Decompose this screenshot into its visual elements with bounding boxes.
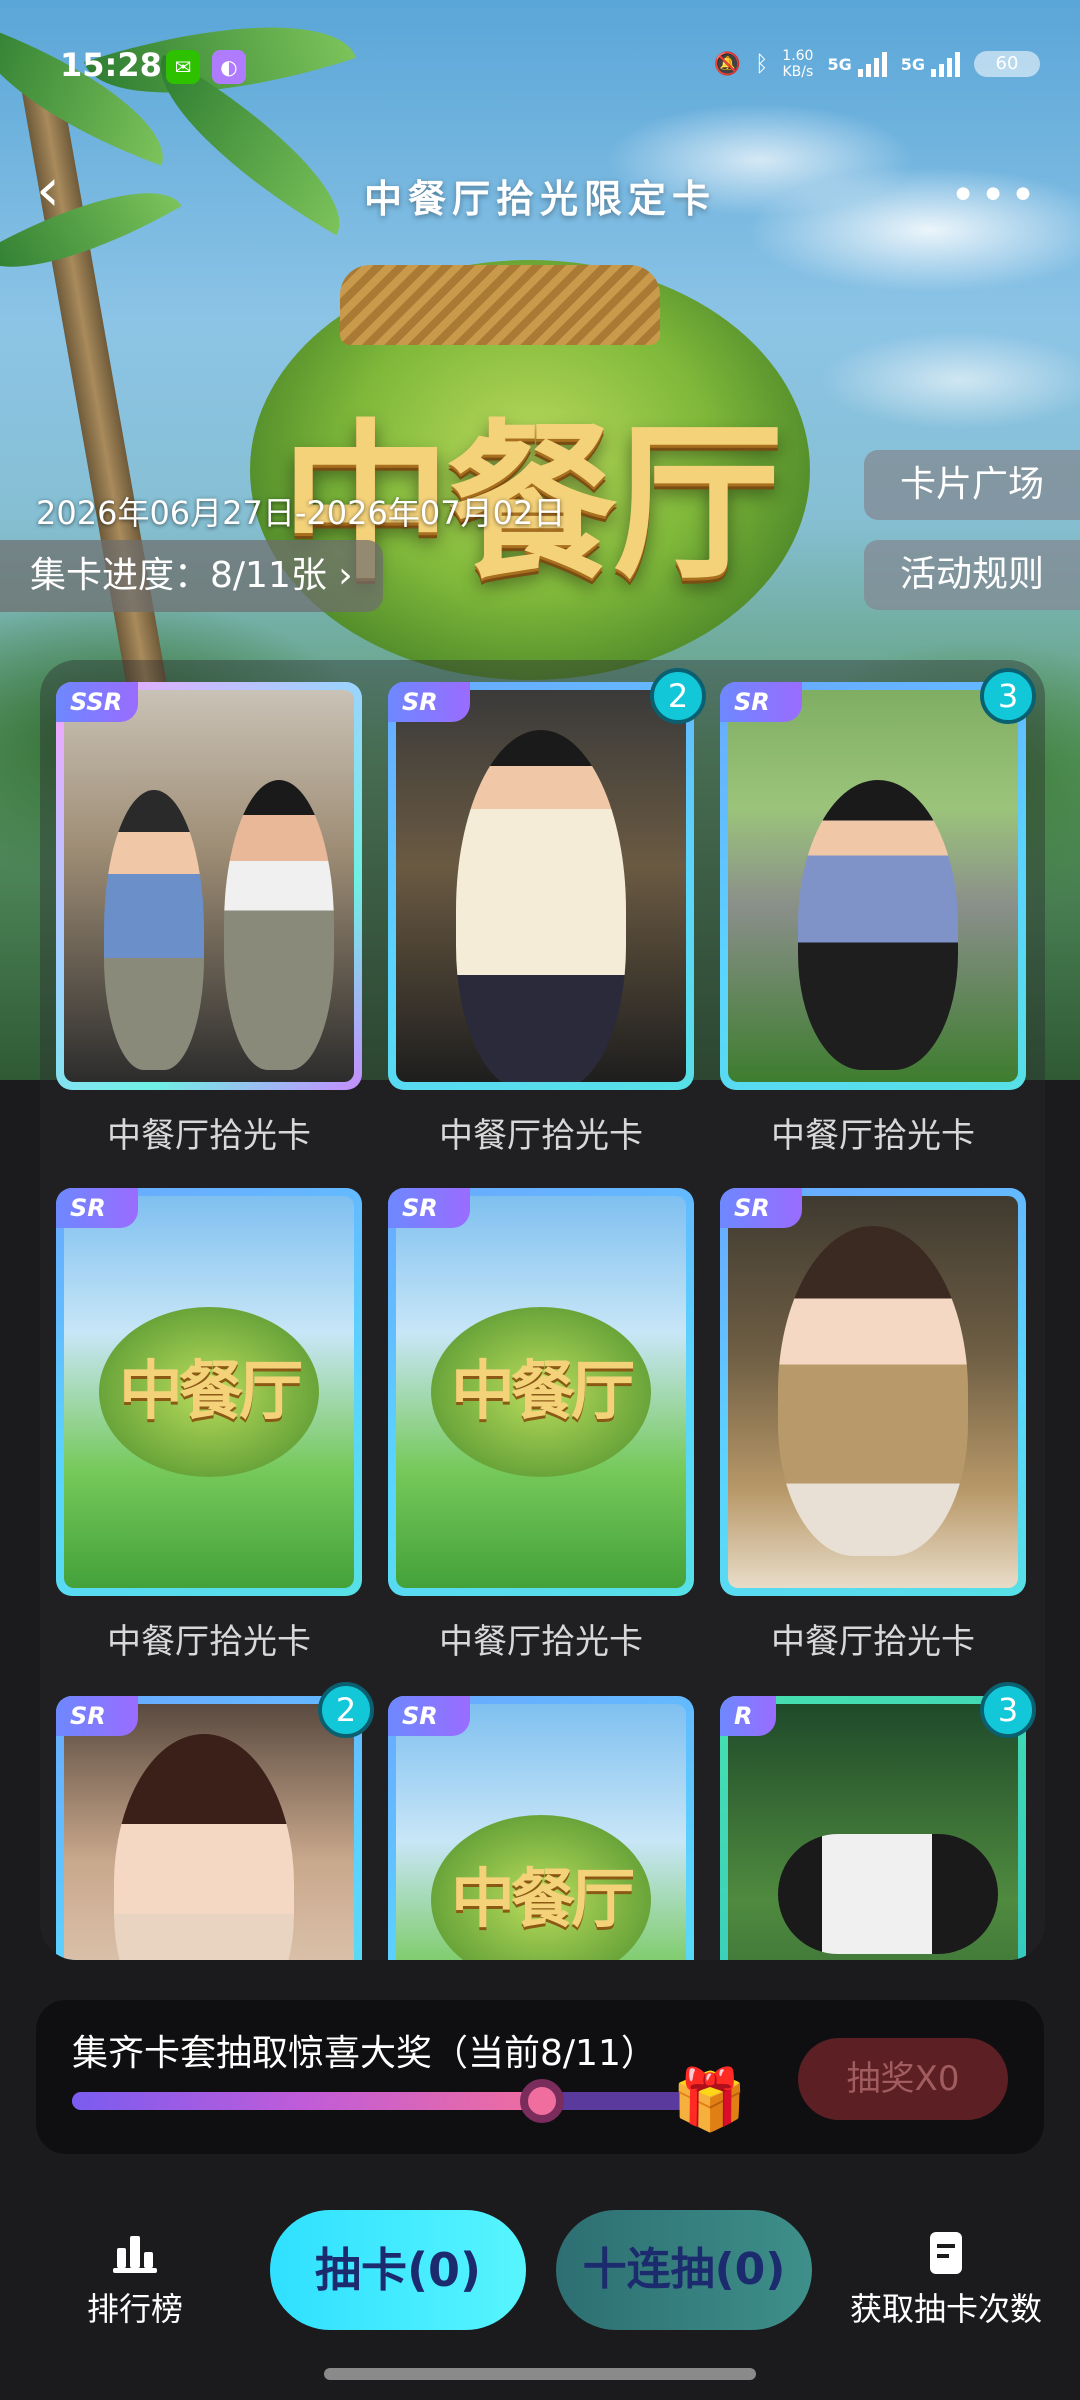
card-item[interactable]: SR (720, 682, 1026, 1090)
mute-icon: 🔕 (713, 51, 742, 77)
rarity-badge: SR (388, 682, 470, 722)
person-figure (778, 1226, 968, 1556)
card-label: 中餐厅拾光卡 (771, 1622, 975, 1662)
show-logo-image: 中餐厅 (99, 1307, 319, 1477)
battery-icon: 60 (974, 51, 1040, 77)
screen: 中餐厅 15:28 ✉ ◐ 🔕 ᛒ 1.60 KB/s 5G 5G 60 ‹ 中… (0, 0, 1080, 2400)
card-label: 中餐厅拾光卡 (771, 1116, 975, 1156)
gift-icon: 🎁 (672, 2065, 747, 2135)
person-figure (456, 730, 626, 1082)
wechat-icon: ✉ (166, 50, 200, 84)
card-item[interactable]: 中餐厅 SR (56, 1188, 362, 1596)
card-label: 中餐厅拾光卡 (439, 1622, 643, 1662)
lottery-button[interactable]: 抽奖X0 (798, 2038, 1008, 2120)
page-title: 中餐厅拾光限定卡 (363, 176, 716, 221)
card-item[interactable]: SSR (56, 682, 362, 1090)
collection-progress-button[interactable]: 集卡进度：8/11张 › (0, 540, 383, 612)
ranking-label: 排行榜 (86, 2290, 183, 2328)
reward-progress-fill (72, 2092, 542, 2110)
card-plaza-button[interactable]: 卡片广场 (864, 450, 1080, 520)
rarity-badge: SR (720, 682, 802, 722)
person-figure (798, 780, 958, 1070)
rarity-badge: SR (388, 1188, 470, 1228)
reward-progress-thumb (519, 2079, 564, 2123)
card-photo: 中餐厅 (396, 1704, 686, 1960)
card-photo: 中餐厅 (396, 1196, 686, 1588)
reward-progress-bar (72, 2079, 718, 2123)
rarity-badge: SSR (56, 682, 138, 722)
ranking-button[interactable]: 排行榜 (60, 2230, 210, 2330)
card-count-badge: 3 (980, 668, 1036, 724)
draw-card-button[interactable]: 抽卡(0) (270, 2210, 526, 2330)
show-logo-image: 中餐厅 (431, 1307, 651, 1477)
card-grid: SSR SR SR 中餐厅拾光卡 中餐厅拾光卡 中餐厅拾光卡 中餐厅 SR 中餐… (40, 660, 1045, 1960)
card-count-badge: 3 (980, 1682, 1036, 1738)
document-icon (930, 2232, 962, 2274)
reward-progress-text: 集齐卡套抽取惊喜大奖（当前8/11） (72, 2033, 657, 2074)
card-item[interactable]: R (720, 1696, 1026, 1960)
network-speed: 1.60 KB/s (782, 48, 813, 80)
speed-unit: KB/s (782, 64, 814, 80)
card-label: 中餐厅拾光卡 (107, 1116, 311, 1156)
person-figure (224, 780, 334, 1070)
card-photo (728, 690, 1018, 1082)
get-draw-chances-button[interactable]: 获取抽卡次数 (836, 2230, 1056, 2330)
card-label: 中餐厅拾光卡 (439, 1116, 643, 1156)
reward-panel: 集齐卡套抽取惊喜大奖（当前8/11） 🎁 抽奖X0 (36, 2000, 1044, 2154)
card-count-badge: 2 (650, 668, 706, 724)
card-item[interactable]: 中餐厅 SR (388, 1188, 694, 1596)
card-photo (728, 1704, 1018, 1960)
status-bar: 15:28 ✉ ◐ 🔕 ᛒ 1.60 KB/s 5G 5G 60 (0, 40, 1080, 100)
status-right: 🔕 ᛒ 1.60 KB/s 5G 5G 60 (714, 48, 1040, 80)
signal-icon (857, 51, 887, 77)
card-photo (64, 1704, 354, 1960)
home-indicator[interactable] (324, 2368, 756, 2380)
rarity-badge: SR (388, 1696, 470, 1736)
rarity-badge: SR (56, 1696, 138, 1736)
person-figure (104, 790, 204, 1070)
panda-statue (778, 1834, 998, 1954)
card-item[interactable]: SR (720, 1188, 1026, 1596)
card-item[interactable]: 中餐厅 SR (388, 1696, 694, 1960)
app-notification-icon: ◐ (212, 50, 246, 84)
card-count-badge: 2 (318, 1682, 374, 1738)
rarity-badge: R (720, 1696, 776, 1736)
show-logo-image: 中餐厅 (431, 1815, 651, 1960)
ten-draw-button[interactable]: 十连抽(0) (556, 2210, 812, 2330)
speed-value: 1.60 (782, 48, 814, 64)
card-item[interactable]: SR (388, 682, 694, 1090)
person-figure (114, 1734, 294, 1960)
bar-chart-icon (113, 2236, 157, 2273)
card-photo (64, 690, 354, 1082)
logo-basket (340, 265, 660, 345)
card-photo (728, 1196, 1018, 1588)
card-photo: 中餐厅 (64, 1196, 354, 1588)
activity-rules-button[interactable]: 活动规则 (864, 540, 1080, 610)
get-chances-label: 获取抽卡次数 (849, 2290, 1042, 2328)
more-icon[interactable]: ••• (950, 170, 1040, 221)
event-date-range: 2026年06月27日-2026年07月02日 (36, 494, 566, 532)
network-type-2: 5G (900, 54, 925, 74)
bluetooth-icon: ᛒ (755, 51, 769, 77)
card-photo (396, 690, 686, 1082)
rarity-badge: SR (720, 1188, 802, 1228)
card-label: 中餐厅拾光卡 (107, 1622, 311, 1662)
signal-icon (931, 51, 960, 77)
rarity-badge: SR (56, 1188, 138, 1228)
network-type-1: 5G (827, 54, 852, 74)
status-time: 15:28 (60, 46, 162, 84)
bottom-action-bar: 排行榜 抽卡(0) 十连抽(0) 获取抽卡次数 (0, 2180, 1080, 2400)
card-item[interactable]: SR (56, 1696, 362, 1960)
